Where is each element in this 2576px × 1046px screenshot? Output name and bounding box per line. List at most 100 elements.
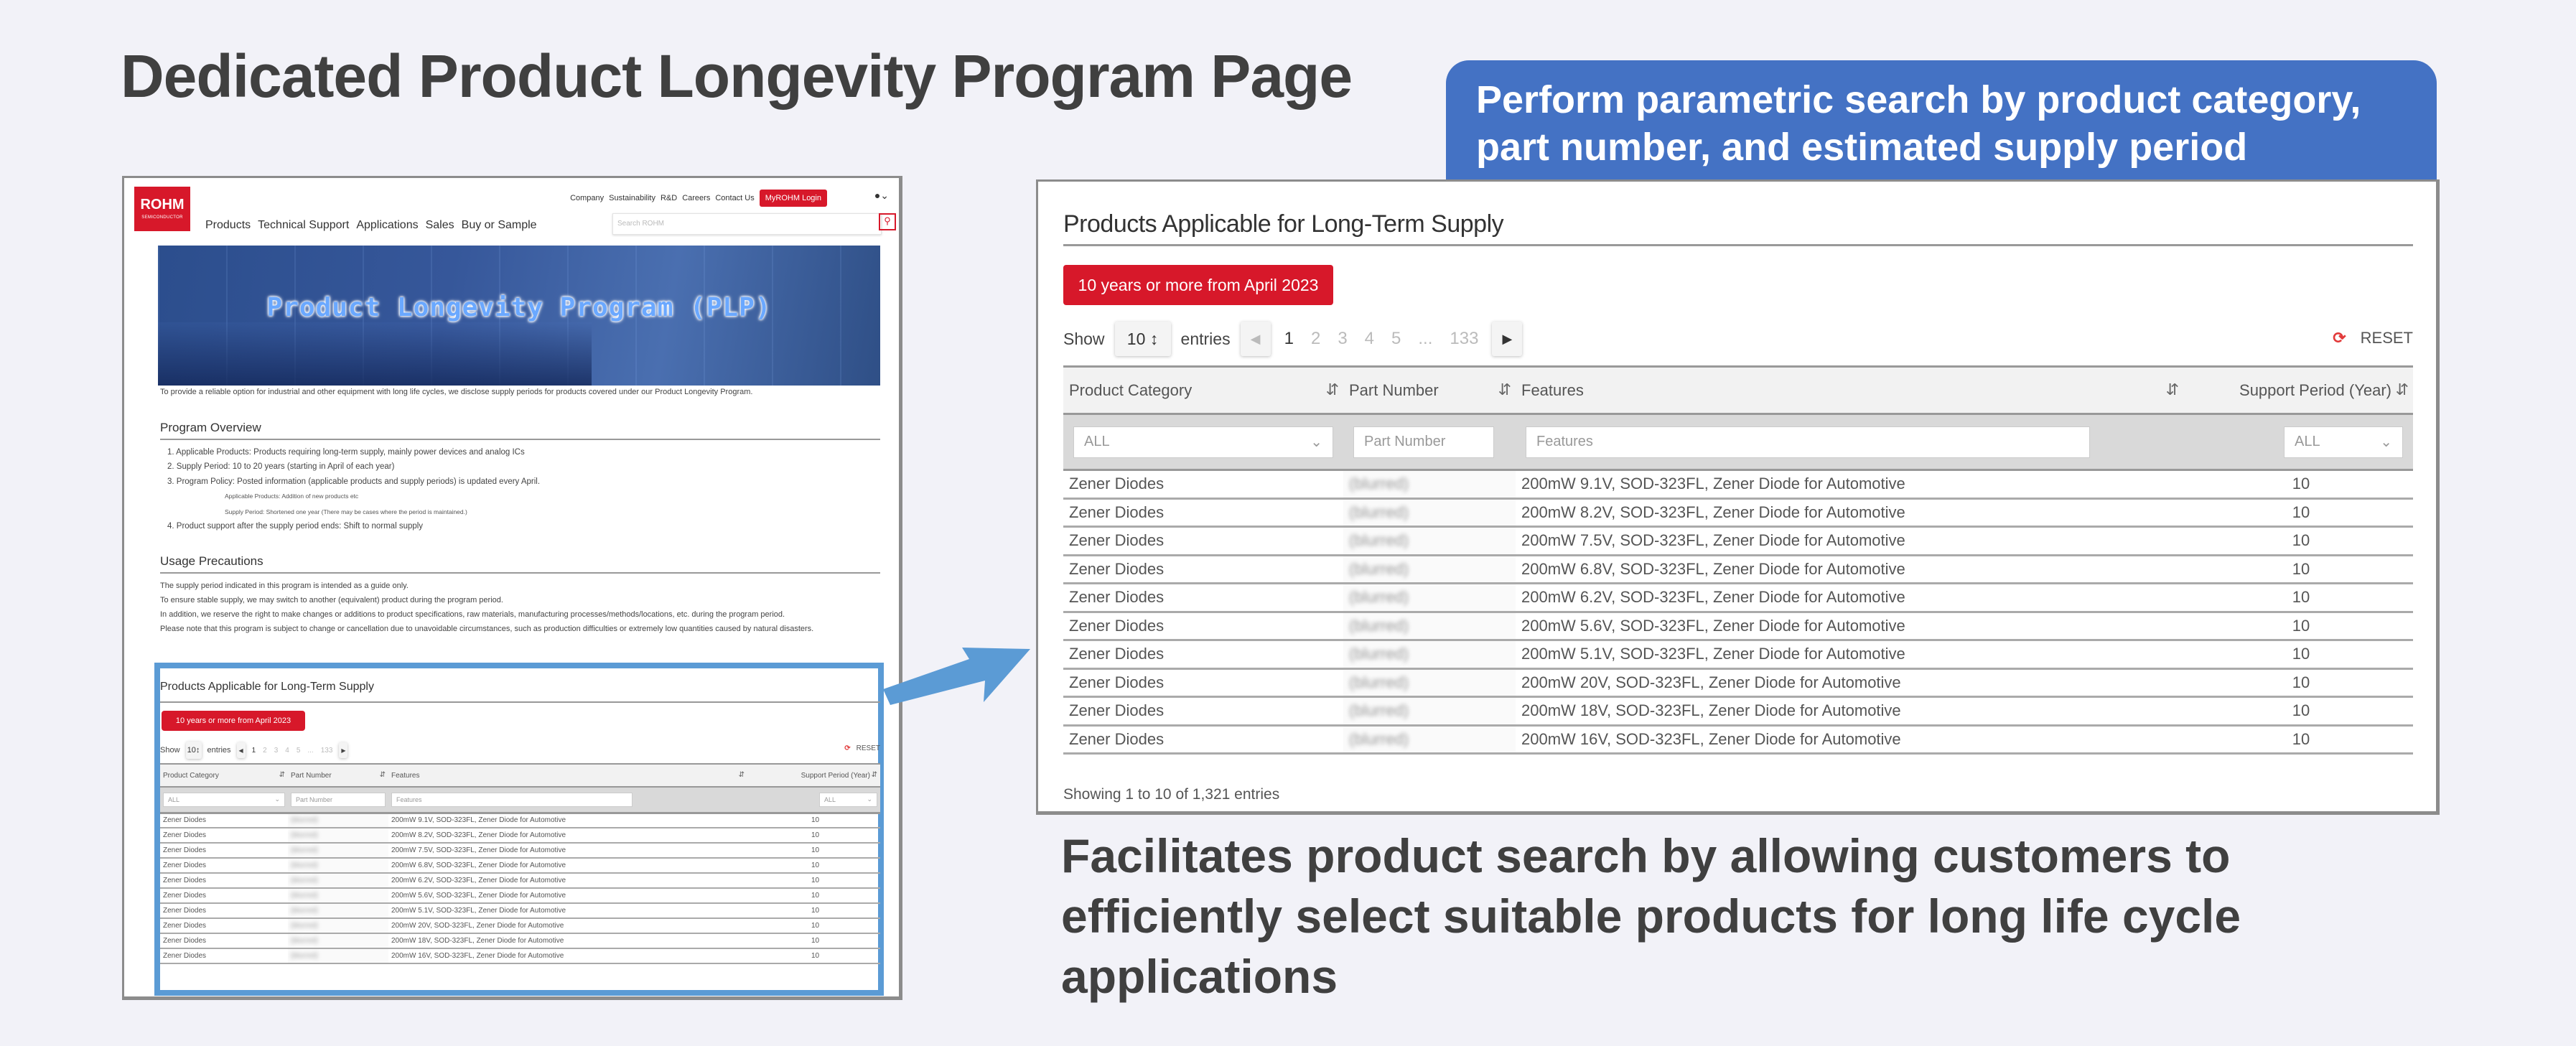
table-row[interactable]: Zener Diodes (blurred) 200mW 20V, SOD-323F… xyxy=(160,918,880,934)
myrohm-login-button[interactable]: MyROHM Login xyxy=(759,190,827,207)
features-filter-input[interactable]: Features xyxy=(391,792,633,807)
overview-item: 3. Program Policy: Posted information (a… xyxy=(167,477,541,486)
cell-category: Zener Diodes xyxy=(160,948,288,964)
page-3[interactable]: 3 xyxy=(1338,329,1347,349)
cell-features: 200mW 6.8V, SOD-323FL, Zener Diode for A… xyxy=(1516,555,2183,584)
col-header-category[interactable]: Product Category ⇵ xyxy=(1063,365,1343,415)
util-link-company[interactable]: Company xyxy=(570,194,604,202)
cell-category: Zener Diodes xyxy=(160,828,288,844)
next-page-button[interactable]: ▶ xyxy=(339,742,348,758)
website-screenshot: ROHM SEMICONDUCTOR Company Sustainabilit… xyxy=(122,176,902,1000)
table-row[interactable]: Zener Diodes (blurred) 200mW 7.5V, SOD-323… xyxy=(1063,526,2413,556)
table-row[interactable]: Zener Diodes (blurred) 200mW 16V, SOD-323F… xyxy=(160,948,880,964)
table-row[interactable]: Zener Diodes (blurred) 200mW 6.2V, SOD-323… xyxy=(1063,583,2413,613)
reset-button[interactable]: ⟳ RESET xyxy=(2333,329,2413,347)
cell-category: Zener Diodes xyxy=(1063,555,1343,584)
col-header-category[interactable]: Product Category ⇵ xyxy=(160,763,288,788)
globe-icon[interactable]: ●⌄ xyxy=(874,190,889,202)
page-4[interactable]: 4 xyxy=(1365,329,1374,349)
util-link-sustainability[interactable]: Sustainability xyxy=(609,194,655,202)
category-filter-select[interactable]: ALL ⌄ xyxy=(163,792,285,807)
cell-features: 200mW 6.8V, SOD-323FL, Zener Diode for A… xyxy=(388,858,747,874)
col-header-support-period[interactable]: Support Period (Year) ⇵ xyxy=(747,763,880,788)
cell-part-number: (blurred) xyxy=(288,813,388,828)
util-link-rd[interactable]: R&D xyxy=(661,194,677,202)
prev-page-button[interactable]: ◀ xyxy=(1240,322,1271,356)
search-icon[interactable]: ⚲ xyxy=(879,213,896,230)
util-link-careers[interactable]: Careers xyxy=(682,194,710,202)
table-row[interactable]: Zener Diodes (blurred) 200mW 5.1V, SOD-323… xyxy=(1063,640,2413,670)
sort-icon: ⇵ xyxy=(738,771,745,779)
page-2[interactable]: 2 xyxy=(1311,329,1320,349)
table-row[interactable]: Zener Diodes (blurred) 200mW 8.2V, SOD-323… xyxy=(160,828,880,844)
table-row[interactable]: Zener Diodes (blurred) 200mW 7.5V, SOD-323… xyxy=(160,843,880,859)
util-link-contact[interactable]: Contact Us xyxy=(715,194,754,202)
col-header-support-period[interactable]: Support Period (Year) ⇵ xyxy=(2183,365,2413,415)
col-header-features[interactable]: Features ⇵ xyxy=(1516,365,2183,415)
table-row[interactable]: Zener Diodes (blurred) 200mW 8.2V, SOD-323… xyxy=(1063,498,2413,528)
cell-support-period: 10 xyxy=(747,873,880,889)
cell-support-period: 10 xyxy=(2183,583,2413,613)
table-row[interactable]: Zener Diodes (blurred) 200mW 20V, SOD-323F… xyxy=(1063,668,2413,698)
table-row[interactable]: Zener Diodes (blurred) 200mW 6.2V, SOD-323… xyxy=(160,873,880,889)
chevron-down-icon: ⌄ xyxy=(2380,434,2392,450)
chevron-down-icon: ⌄ xyxy=(274,795,280,803)
table-row[interactable]: Zener Diodes (blurred) 200mW 6.8V, SOD-323… xyxy=(1063,555,2413,584)
cell-category: Zener Diodes xyxy=(160,873,288,889)
cell-part-number: (blurred) xyxy=(1343,696,1516,727)
prev-page-button[interactable]: ◀ xyxy=(236,742,246,758)
overview-sub-item: Supply Period: Shortened one year (There… xyxy=(225,508,467,515)
page-last[interactable]: 133 xyxy=(321,747,333,755)
cell-support-period: 10 xyxy=(2183,725,2413,755)
site-search-input[interactable]: Search ROHM xyxy=(612,213,882,235)
reset-button[interactable]: ⟳ RESET xyxy=(844,744,880,752)
col-header-part-number[interactable]: Part Number ⇵ xyxy=(1343,365,1516,415)
page-length-select[interactable]: 10 ↕ xyxy=(185,742,202,759)
page-length-select[interactable]: 10 ↕ xyxy=(1114,322,1171,356)
page-2[interactable]: 2 xyxy=(263,747,267,755)
table-row[interactable]: Zener Diodes (blurred) 200mW 18V, SOD-323F… xyxy=(160,933,880,949)
page-4[interactable]: 4 xyxy=(285,747,289,755)
table-row[interactable]: Zener Diodes (blurred) 200mW 16V, SOD-323F… xyxy=(1063,725,2413,755)
zoomed-table-panel: Products Applicable for Long-Term Supply… xyxy=(1036,179,2440,815)
col-header-features[interactable]: Features ⇵ xyxy=(388,763,747,788)
features-filter-input[interactable]: Features xyxy=(1526,426,2090,458)
part-number-filter-input[interactable]: Part Number xyxy=(1353,426,1494,458)
page-last[interactable]: 133 xyxy=(1450,329,1478,349)
table-row[interactable]: Zener Diodes (blurred) 200mW 9.1V, SOD-323… xyxy=(160,813,880,828)
next-page-button[interactable]: ▶ xyxy=(1492,322,1523,356)
category-filter-select[interactable]: ALL ⌄ xyxy=(1073,426,1333,458)
table-row[interactable]: Zener Diodes (blurred) 200mW 18V, SOD-323F… xyxy=(1063,696,2413,727)
utility-nav: Company Sustainability R&D Careers Conta… xyxy=(570,190,827,207)
nav-sales[interactable]: Sales xyxy=(426,219,454,232)
support-period-filter-select[interactable]: ALL ⌄ xyxy=(2284,426,2403,458)
cell-support-period: 10 xyxy=(747,843,880,859)
page-5[interactable]: 5 xyxy=(1391,329,1401,349)
table-row[interactable]: Zener Diodes (blurred) 200mW 5.6V, SOD-323… xyxy=(1063,612,2413,641)
chevron-down-icon: ⌄ xyxy=(1310,434,1322,450)
nav-technical-support[interactable]: Technical Support xyxy=(258,219,349,232)
cell-part-number: (blurred) xyxy=(1343,470,1516,500)
period-filter-badge[interactable]: 10 years or more from April 2023 xyxy=(162,711,305,731)
cell-support-period: 10 xyxy=(747,918,880,934)
table-row[interactable]: Zener Diodes (blurred) 200mW 5.1V, SOD-323… xyxy=(160,903,880,919)
table-row[interactable]: Zener Diodes (blurred) 200mW 5.6V, SOD-323… xyxy=(160,888,880,904)
table-row[interactable]: Zener Diodes (blurred) 200mW 9.1V, SOD-323… xyxy=(1063,470,2413,500)
rohm-logo[interactable]: ROHM SEMICONDUCTOR xyxy=(134,187,190,231)
table-row[interactable]: Zener Diodes (blurred) 200mW 6.8V, SOD-323… xyxy=(160,858,880,874)
cell-category: Zener Diodes xyxy=(1063,498,1343,528)
page-5[interactable]: 5 xyxy=(297,747,301,755)
part-number-filter-input[interactable]: Part Number xyxy=(291,792,386,807)
cell-part-number: (blurred) xyxy=(1343,583,1516,613)
nav-products[interactable]: Products xyxy=(205,219,251,232)
page-1[interactable]: 1 xyxy=(1284,329,1294,349)
page-3[interactable]: 3 xyxy=(274,747,279,755)
support-period-filter-select[interactable]: ALL ⌄ xyxy=(819,792,877,807)
period-filter-badge[interactable]: 10 years or more from April 2023 xyxy=(1063,265,1333,305)
cell-part-number: (blurred) xyxy=(288,873,388,889)
page-1[interactable]: 1 xyxy=(252,747,256,755)
nav-buy-or-sample[interactable]: Buy or Sample xyxy=(462,219,537,232)
nav-applications[interactable]: Applications xyxy=(356,219,418,232)
cell-support-period: 10 xyxy=(2183,696,2413,727)
col-header-part-number[interactable]: Part Number ⇵ xyxy=(288,763,388,788)
